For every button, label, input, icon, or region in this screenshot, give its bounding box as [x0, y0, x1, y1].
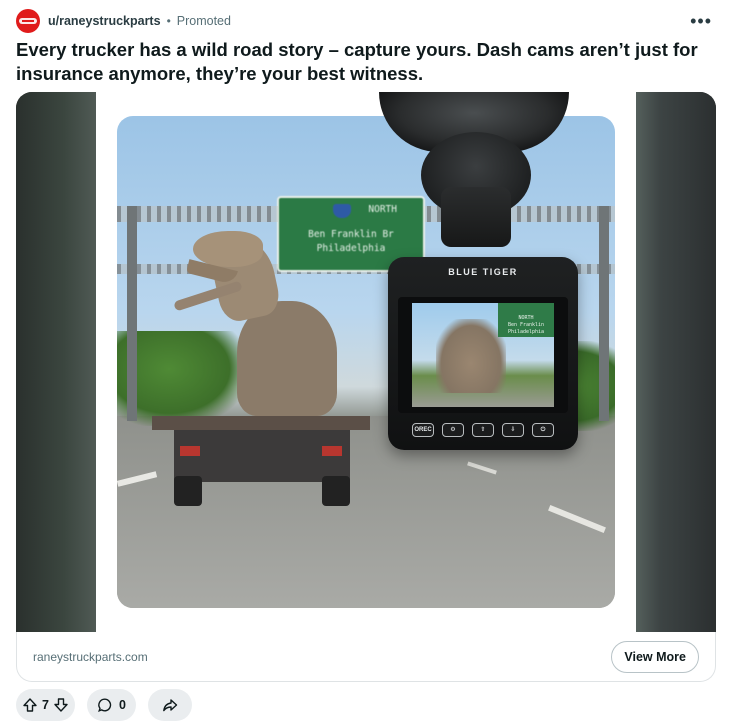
camera-screen-image: NORTH Ben Franklin Philadelphia — [412, 303, 554, 407]
screen-sign: NORTH Ben Franklin Philadelphia — [498, 303, 554, 337]
interstate-shield-icon — [333, 204, 351, 218]
dinosaur-head — [193, 231, 263, 267]
truck-body — [174, 430, 350, 482]
separator-dot: • — [166, 14, 171, 28]
dash-camera: BLUE TIGER NORTH Ben Franklin Philadelph… — [388, 257, 578, 450]
camera-settings-button: ⚙ — [442, 423, 464, 437]
vote-bar: 7 — [16, 689, 75, 721]
author-avatar[interactable] — [16, 9, 40, 33]
comment-button[interactable]: 0 — [86, 689, 136, 721]
camera-down-button: ⇩ — [502, 423, 524, 437]
gantry-pole-left — [127, 206, 137, 421]
screen-sign-line-3: Philadelphia — [507, 329, 545, 335]
author-username[interactable]: u/raneystruckparts — [48, 14, 161, 28]
camera-rec-button: OREC — [412, 423, 434, 437]
truck-taillight-left — [180, 446, 200, 456]
vote-count: 7 — [42, 698, 49, 712]
post-header: u/raneystruckparts • Promoted ••• — [16, 8, 716, 34]
media-frame: NORTH Ben Franklin Br Philadelphia BLUE … — [96, 92, 636, 632]
share-button[interactable] — [147, 689, 192, 721]
camera-brand: BLUE TIGER — [448, 267, 518, 277]
dinosaur-statue — [167, 231, 347, 421]
camera-power-button: ⏻ — [532, 423, 554, 437]
post-actions: 7 0 — [16, 689, 192, 721]
arrow-down-icon[interactable] — [53, 697, 69, 713]
view-more-button[interactable]: View More — [611, 640, 699, 673]
camera-buttons: OREC ⚙ ⇧ ⇩ ⏻ — [412, 423, 554, 439]
media-blur-right — [636, 92, 716, 632]
flatbed-truck — [152, 416, 370, 508]
screen-dinosaur — [436, 319, 506, 393]
post-media[interactable]: NORTH Ben Franklin Br Philadelphia BLUE … — [16, 92, 716, 632]
truck-wheel-left — [174, 476, 202, 506]
mount-arm — [441, 187, 511, 247]
link-bar[interactable]: raneystruckparts.com View More — [16, 632, 716, 682]
more-options-icon[interactable]: ••• — [686, 12, 716, 30]
gantry-pole-right — [599, 206, 609, 421]
link-domain[interactable]: raneystruckparts.com — [33, 650, 148, 664]
screen-sign-line-1: NORTH — [518, 315, 534, 321]
promoted-label: Promoted — [176, 14, 231, 28]
camera-up-button: ⇧ — [472, 423, 494, 437]
highway-sign-line-1: NORTH — [368, 204, 397, 215]
truck-bed — [152, 416, 370, 430]
arrow-up-icon[interactable] — [22, 697, 38, 713]
camera-screen: NORTH Ben Franklin Philadelphia — [398, 297, 568, 413]
comment-count: 0 — [118, 698, 126, 712]
media-blur-left — [16, 92, 96, 632]
truck-taillight-right — [322, 446, 342, 456]
screen-sign-line-2: Ben Franklin — [507, 322, 545, 328]
share-arrow-icon — [162, 697, 178, 713]
comment-bubble-icon — [97, 697, 113, 713]
truck-wheel-right — [322, 476, 350, 506]
post-title[interactable]: Every trucker has a wild road story – ca… — [16, 38, 706, 86]
